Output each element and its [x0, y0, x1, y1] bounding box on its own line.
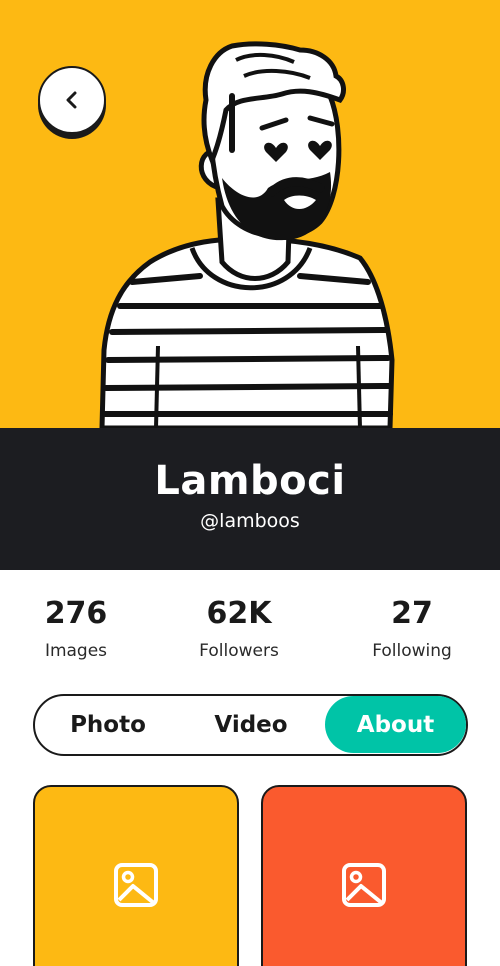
tab-photo[interactable]: Photo: [35, 696, 181, 753]
stat-value: 62K: [206, 596, 272, 631]
stat-label: Images: [44, 641, 108, 661]
stat-label: Followers: [199, 641, 279, 661]
gallery-card-1[interactable]: [33, 785, 239, 966]
tab-about[interactable]: About: [325, 696, 466, 753]
stat-value: 276: [44, 596, 108, 631]
profile-handle: @lamboos: [200, 510, 300, 532]
image-icon: [114, 863, 158, 907]
avatar-illustration: [99, 41, 395, 428]
gallery-card-2[interactable]: [261, 785, 467, 966]
stat-followers: 62K Followers: [159, 596, 319, 661]
content-tabs: Photo Video About: [33, 694, 468, 756]
stat-following: 27 Following: [332, 596, 492, 661]
chevron-left-icon: [66, 91, 77, 109]
tab-video[interactable]: Video: [181, 696, 321, 753]
stat-label: Following: [372, 641, 452, 661]
stat-value: 27: [391, 596, 433, 631]
stat-images: 276 Images: [0, 596, 156, 661]
image-icon: [342, 863, 386, 907]
back-button[interactable]: [38, 66, 106, 134]
profile-hero: [0, 0, 500, 428]
profile-name: Lamboci: [154, 458, 346, 504]
